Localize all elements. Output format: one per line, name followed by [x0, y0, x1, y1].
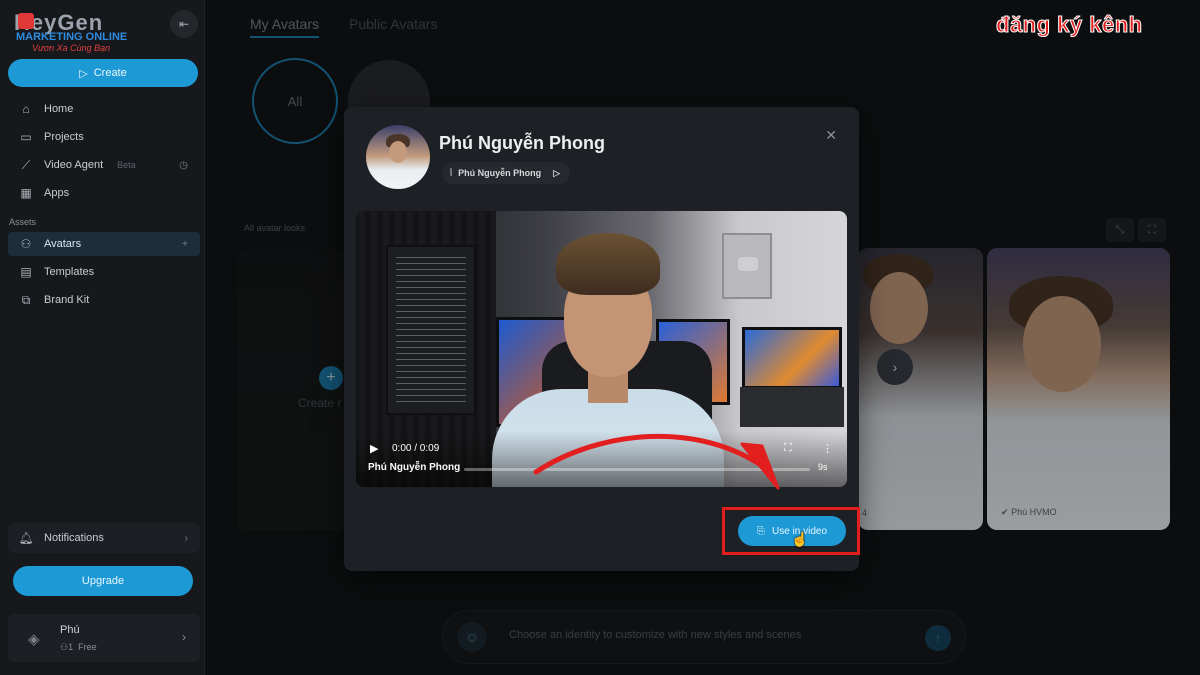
- user-name: Phú: [60, 624, 80, 636]
- home-icon: ⌂: [22, 102, 30, 116]
- nav-item-label: Apps: [44, 187, 70, 199]
- notifications-button[interactable]: 🔔︎ Notifications ›: [8, 523, 200, 553]
- video-duration: 9s: [818, 462, 828, 472]
- info-icon[interactable]: ◷: [179, 160, 188, 171]
- nav-item-label: Brand Kit: [44, 294, 90, 306]
- upgrade-label: Upgrade: [81, 575, 125, 587]
- bell-icon: 🔔︎: [18, 531, 34, 545]
- video-monitor: [386, 245, 476, 415]
- nav-item-label: Avatars: [44, 238, 82, 250]
- assets-section-label: Assets: [9, 217, 37, 227]
- beta-badge: Beta: [117, 160, 136, 170]
- app-root: HeyGen MARKETING ONLINE Vươn Xa Cùng Bạn…: [0, 0, 1200, 675]
- video-caption: Phú Nguyễn Phong: [368, 462, 461, 473]
- user-account-card[interactable]: ◈ Phú ⚇1 Free ›: [8, 614, 200, 662]
- nav-item-video-agent[interactable]: ⟋ Video Agent Beta ◷: [8, 153, 200, 177]
- nav-item-projects[interactable]: ▭ Projects: [8, 125, 200, 149]
- nav-item-avatars[interactable]: ⚇ Avatars +: [8, 232, 200, 256]
- brand-logo[interactable]: HeyGen MARKETING ONLINE Vươn Xa Cùng Bạn: [14, 10, 134, 54]
- watermark-slogan: Vươn Xa Cùng Bạn: [32, 43, 111, 53]
- avatar-preview-modal: Phú Nguyễn Phong ⦚ Phú Nguyễn Phong ▷ ✕ …: [344, 107, 859, 571]
- video-time: 0:00 / 0:09: [392, 443, 440, 454]
- video-progress-track[interactable]: [464, 468, 810, 471]
- templates-icon: ▤: [20, 265, 32, 279]
- create-icon: ▷: [79, 67, 88, 80]
- voice-wave-icon: ⦚: [450, 167, 453, 179]
- brand-kit-icon: ⧉: [21, 292, 31, 307]
- volume-icon[interactable]: 🔈︎: [746, 442, 753, 455]
- play-icon[interactable]: ▶: [370, 442, 378, 455]
- notifications-label: Notifications: [44, 532, 104, 544]
- video-laptop: [740, 387, 844, 427]
- plan-name: Free: [78, 642, 97, 652]
- avatar-video-player[interactable]: ▶ 0:00 / 0:09 🔈︎ ⛶ ⋮ Phú Nguyễn Phong 9s: [356, 211, 847, 487]
- avatar-name: Phú Nguyễn Phong: [439, 133, 605, 153]
- wand-icon: ⟋: [21, 157, 31, 172]
- voice-pill[interactable]: ⦚ Phú Nguyễn Phong ▷: [442, 162, 571, 184]
- collapse-sidebar-button[interactable]: ⇤: [170, 10, 198, 38]
- more-options-icon[interactable]: ⋮: [822, 442, 833, 455]
- nav-item-brand-kit[interactable]: ⧉ Brand Kit: [8, 288, 200, 312]
- subscribe-channel-text: đăng ký kênh: [996, 12, 1143, 38]
- add-avatar-icon[interactable]: +: [182, 239, 188, 250]
- video-presenter-hair: [556, 233, 660, 295]
- member-count: 1: [68, 642, 74, 652]
- nav-item-label: Home: [44, 103, 74, 115]
- apps-icon: ▦: [20, 186, 32, 200]
- nav-item-label: Video Agent: [44, 159, 104, 171]
- projects-icon: ▭: [20, 130, 32, 144]
- user-plan: ⚇1 Free: [60, 642, 97, 653]
- close-icon[interactable]: ✕: [825, 127, 837, 144]
- create-button[interactable]: ▷ Create: [8, 59, 198, 87]
- collapse-icon: ⇤: [178, 17, 190, 31]
- upgrade-button[interactable]: Upgrade: [13, 566, 193, 596]
- video-monitor-text: [396, 257, 466, 403]
- nav-item-templates[interactable]: ▤ Templates: [8, 260, 200, 284]
- play-voice-icon[interactable]: ▷: [553, 168, 560, 179]
- nav-item-apps[interactable]: ▦ Apps: [8, 181, 200, 205]
- video-monitor: [742, 327, 842, 389]
- nav-item-label: Templates: [44, 266, 95, 278]
- voice-name: Phú Nguyễn Phong: [458, 168, 542, 178]
- brand-mark-icon: [18, 13, 34, 29]
- nav-item-home[interactable]: ⌂ Home: [8, 97, 200, 121]
- avatar-thumbnail: [366, 125, 430, 189]
- plaque-button-icon: [738, 257, 758, 271]
- avatar-icon: ⚇: [20, 237, 32, 251]
- fullscreen-icon[interactable]: ⛶: [784, 442, 792, 455]
- avatar-face: [389, 141, 407, 163]
- create-button-label: Create: [93, 67, 127, 79]
- video-play-button-plaque: [722, 233, 772, 299]
- sidebar: HeyGen MARKETING ONLINE Vươn Xa Cùng Bạn…: [0, 0, 205, 675]
- video-controls: [356, 431, 847, 487]
- members-icon: ⚇: [60, 642, 69, 652]
- nav-item-label: Projects: [44, 131, 84, 143]
- watermark-line: MARKETING ONLINE: [16, 31, 128, 43]
- mouse-cursor-icon: ☝: [791, 531, 809, 547]
- user-logo-icon: ◈: [28, 631, 40, 648]
- chevron-right-icon: ›: [184, 532, 188, 544]
- chevron-right-icon: ›: [182, 630, 186, 644]
